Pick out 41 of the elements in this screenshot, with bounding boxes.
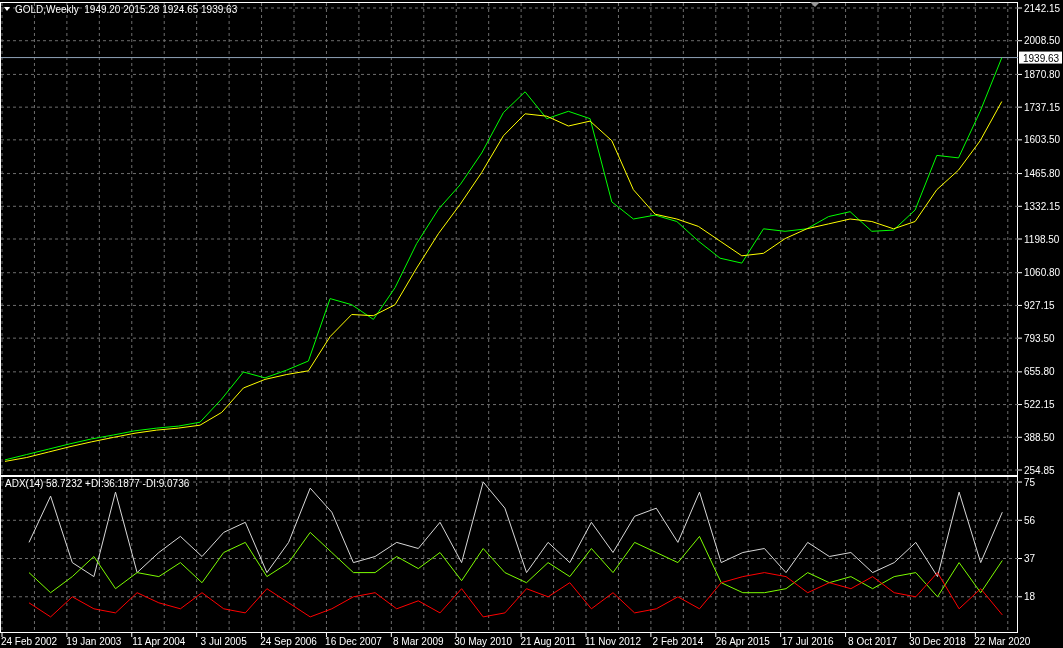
axis-label: 75 xyxy=(1024,476,1036,488)
date-label: 26 Apr 2015 xyxy=(715,636,770,647)
axis-label: 1603.50 xyxy=(1024,134,1061,146)
date-label: 30 Dec 2018 xyxy=(909,636,966,647)
date-label: 24 Feb 2002 xyxy=(0,636,58,647)
axis-label: 56 xyxy=(1024,514,1036,526)
date-label: 19 Jan 2003 xyxy=(66,636,122,647)
date-label: 21 Aug 2011 xyxy=(520,636,576,647)
axis-label: 37 xyxy=(1024,553,1036,565)
axis-label: 2142.15 xyxy=(1024,2,1061,14)
axis-label: 522.15 xyxy=(1024,399,1055,411)
axis-label: 1737.15 xyxy=(1024,101,1061,113)
axis-label: 927.15 xyxy=(1024,299,1055,311)
date-label: 11 Nov 2012 xyxy=(585,636,641,647)
indicator-title: ADX(14) 58.7232 +DI:36.1877 -DI:9.0736 xyxy=(5,478,190,489)
date-label: 2 Feb 2014 xyxy=(652,636,704,647)
axis-label: 1332.15 xyxy=(1024,200,1061,212)
ref-line-label: 1939.63 xyxy=(1023,52,1060,64)
axis-label: 1060.80 xyxy=(1024,267,1061,279)
date-label: 16 Dec 2007 xyxy=(325,636,382,647)
axis-label: 254.85 xyxy=(1024,464,1055,476)
axis-label: 1465.80 xyxy=(1024,168,1061,180)
axis-label: 388.50 xyxy=(1024,431,1055,443)
date-label: 22 Mar 2020 xyxy=(974,636,1031,647)
axis-label: 655.80 xyxy=(1024,366,1055,378)
date-label: 3 Jul 2005 xyxy=(200,636,247,647)
price-label: 1939.63 xyxy=(1019,51,1062,64)
date-label: 30 May 2010 xyxy=(454,636,513,647)
axis-label: 793.50 xyxy=(1024,332,1055,344)
caret-icon[interactable] xyxy=(4,7,10,11)
date-label: 24 Sep 2006 xyxy=(260,636,317,647)
date-label: 11 Apr 2004 xyxy=(132,636,186,647)
axis-label: 2008.50 xyxy=(1024,35,1061,47)
axis-label: 1198.50 xyxy=(1024,233,1060,245)
date-label: 8 Oct 2017 xyxy=(848,636,898,647)
shift-marker-icon[interactable] xyxy=(810,2,820,7)
date-label: 8 Mar 2009 xyxy=(393,636,444,647)
date-label: 17 Jul 2016 xyxy=(781,636,834,647)
axis-label: 18 xyxy=(1024,591,1036,603)
axis-label: 1870.80 xyxy=(1024,68,1061,80)
chart-title: GOLD,Weekly 1949.20 2015.28 1924.65 1939.63 xyxy=(15,4,238,15)
